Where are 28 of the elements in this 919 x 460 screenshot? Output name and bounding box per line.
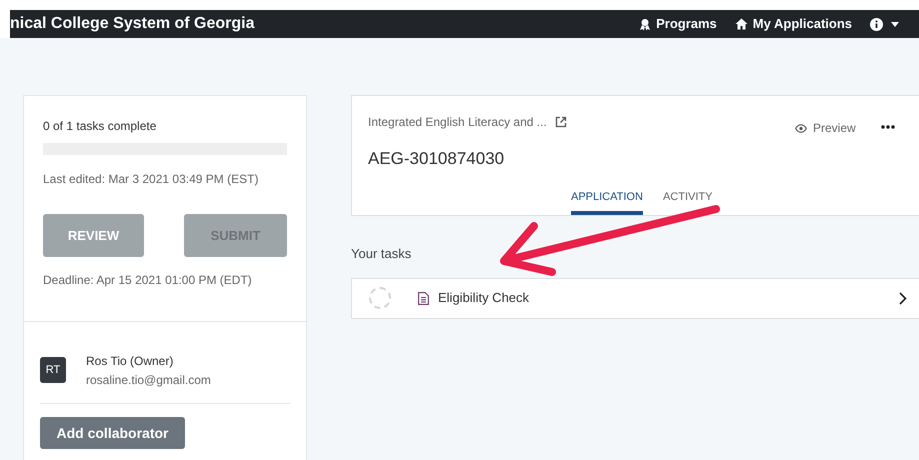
task-row[interactable]: Eligibility Check bbox=[351, 278, 919, 318]
deadline-text: Deadline: Apr 15 2021 01:00 PM (EDT) bbox=[43, 272, 253, 289]
info-icon bbox=[870, 18, 883, 30]
preview-button[interactable]: Preview bbox=[795, 119, 856, 137]
caret-icon bbox=[891, 22, 899, 26]
task-label: Eligibility Check bbox=[438, 289, 530, 308]
info-menu[interactable] bbox=[870, 18, 899, 30]
application-id: AEG-3010874030 bbox=[368, 148, 506, 170]
last-edited-text: Last edited: Mar 3 2021 03:49 PM (EST) bbox=[43, 171, 260, 188]
collaborator-email: rosaline.tio@gmail.com bbox=[86, 372, 211, 389]
home-icon bbox=[734, 18, 748, 30]
program-name: Integrated English Literacy and ... bbox=[368, 114, 547, 131]
tasks-heading: Your tasks bbox=[351, 245, 412, 263]
nav-link[interactable]: Programs bbox=[639, 14, 717, 34]
nav-link[interactable]: My Applications bbox=[734, 14, 852, 34]
avatar: RT bbox=[40, 357, 66, 383]
collaborator-name: Ros Tio (Owner) bbox=[86, 353, 174, 370]
document-icon bbox=[418, 292, 429, 304]
award-icon bbox=[639, 18, 652, 30]
external-link-icon[interactable] bbox=[554, 116, 567, 128]
add-collaborator-button[interactable]: Add collaborator bbox=[40, 417, 185, 449]
more-options-icon[interactable] bbox=[881, 125, 895, 129]
chevron-right-icon bbox=[899, 292, 907, 304]
tab[interactable]: APPLICATION bbox=[571, 183, 643, 215]
tab[interactable]: ACTIVITY bbox=[662, 183, 712, 215]
progress-text: 0 of 1 tasks complete bbox=[43, 118, 158, 135]
eye-icon bbox=[795, 124, 807, 132]
site-title: nical College System of Georgia bbox=[10, 14, 255, 34]
